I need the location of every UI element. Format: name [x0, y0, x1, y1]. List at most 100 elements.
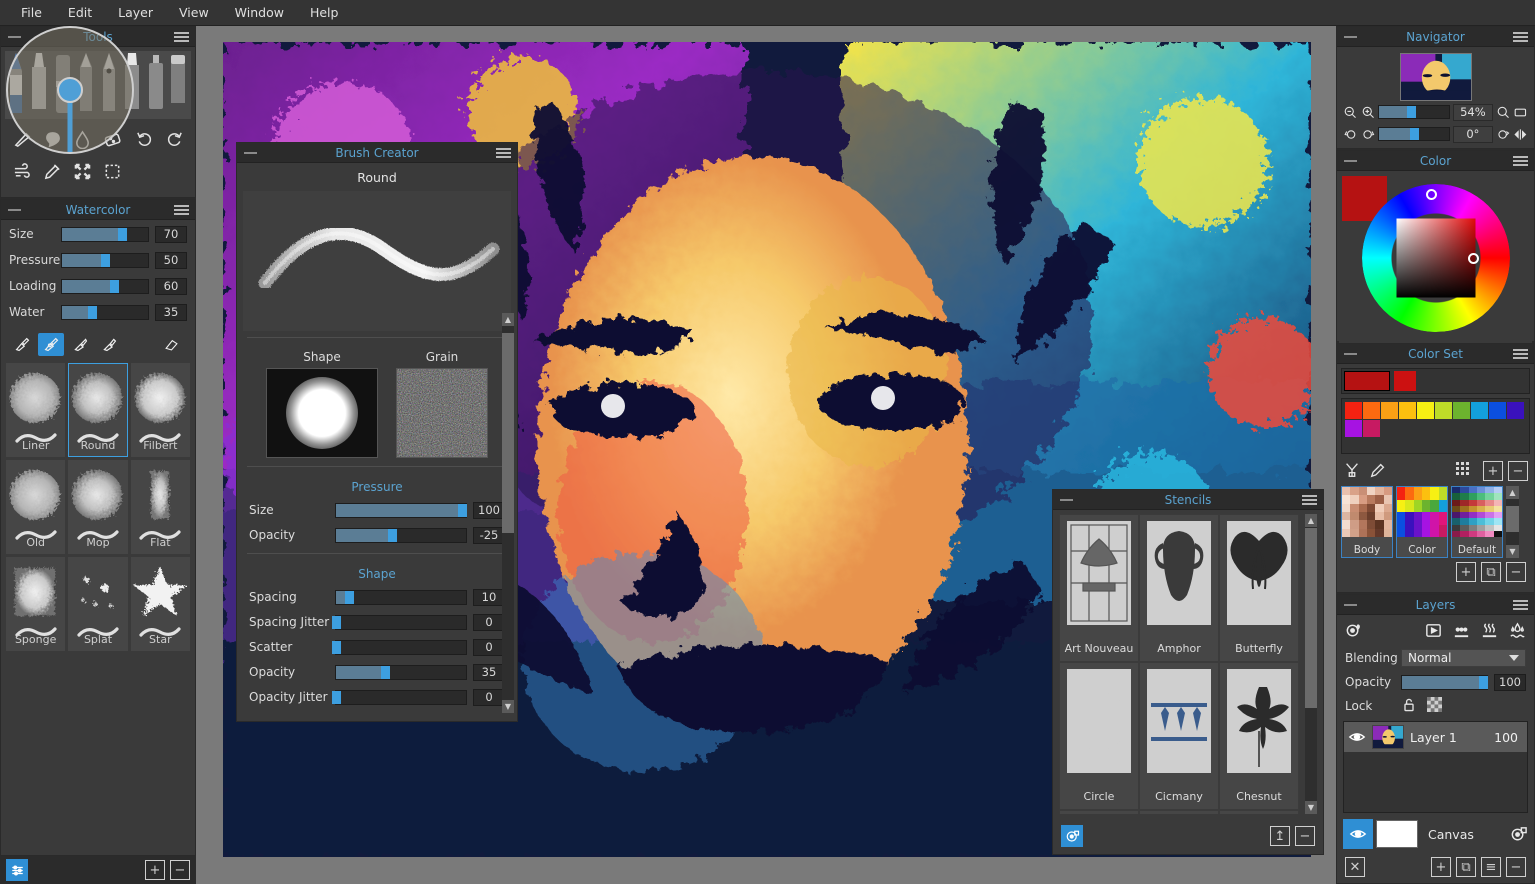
menu-item-help[interactable]: Help [297, 1, 352, 24]
layer-item[interactable]: Layer 1 100 [1344, 722, 1527, 752]
brush-creator-scrollbar[interactable]: ▲ ▼ [502, 313, 514, 713]
slider-knob[interactable] [332, 640, 341, 654]
brush-preset-round[interactable]: Round [68, 363, 128, 457]
navigator-panel-title-bar[interactable]: Navigator [1337, 27, 1534, 47]
canvas-effects-icon[interactable] [1509, 825, 1528, 844]
color-swatch[interactable] [1471, 402, 1488, 419]
grid-icon[interactable] [1456, 462, 1478, 480]
eyedropper-icon[interactable] [37, 156, 67, 186]
transform-icon[interactable] [67, 156, 97, 186]
menu-item-edit[interactable]: Edit [55, 1, 105, 24]
brush-dry-icon[interactable] [67, 333, 93, 356]
slider-track[interactable] [335, 502, 468, 518]
plus-icon[interactable]: + [1483, 461, 1503, 481]
select-icon[interactable] [97, 156, 127, 186]
zoom-value[interactable]: 54% [1453, 103, 1493, 121]
stencil-item-butterfly[interactable]: Butterfly [1219, 514, 1299, 662]
slider-knob[interactable] [109, 279, 119, 293]
color-picker[interactable] [1339, 173, 1532, 343]
shape-thumbnail[interactable] [266, 368, 378, 458]
slider-knob[interactable] [101, 253, 110, 267]
saturation-value-square[interactable] [1396, 218, 1475, 298]
slider-value[interactable]: 0 [473, 613, 505, 631]
scroll-thumb[interactable] [1506, 506, 1519, 532]
slider-knob[interactable] [458, 503, 468, 517]
plus-icon[interactable]: + [1431, 857, 1451, 877]
hamburger-icon[interactable] [1513, 600, 1528, 611]
eraser-icon[interactable] [158, 333, 184, 356]
color-swatch[interactable] [1489, 402, 1506, 419]
rotate-right-icon[interactable] [1361, 127, 1376, 142]
scroll-down-arrow[interactable]: ▼ [502, 700, 514, 713]
color-set-panel-title-bar[interactable]: Color Set [1337, 344, 1534, 364]
scroll-down-arrow[interactable]: ▼ [1305, 801, 1317, 814]
flip-icon[interactable] [1513, 127, 1528, 142]
layers-panel-title-bar[interactable]: Layers [1337, 595, 1534, 615]
color-swatch[interactable] [1345, 402, 1362, 419]
blending-select[interactable]: Normal [1401, 649, 1526, 667]
brush-preset-filbert[interactable]: Filbert [130, 363, 190, 457]
eye-icon[interactable] [1343, 819, 1373, 849]
play-icon[interactable] [1424, 621, 1443, 640]
slider-value[interactable]: 0 [473, 638, 505, 656]
slider-track[interactable] [61, 252, 149, 268]
hamburger-icon[interactable] [1513, 349, 1528, 360]
minimize-icon[interactable] [8, 209, 21, 211]
slider-knob[interactable] [381, 665, 391, 679]
color-swatch[interactable] [1363, 420, 1380, 437]
slider-track[interactable] [335, 589, 467, 605]
brush-watercolor-icon[interactable] [38, 332, 64, 356]
color-swatch[interactable] [1453, 402, 1470, 419]
sliders-icon[interactable] [6, 859, 28, 881]
zoom-slider-knob[interactable] [1406, 106, 1416, 118]
slider-value[interactable]: 70 [155, 225, 187, 243]
minimize-icon[interactable] [1060, 499, 1073, 501]
slider-track[interactable] [335, 527, 467, 543]
layer-list[interactable]: Layer 1 100 [1343, 721, 1528, 813]
menu-item-file[interactable]: File [8, 1, 55, 24]
merge-icon[interactable]: ≡ [1481, 857, 1501, 877]
menu-item-window[interactable]: Window [222, 1, 297, 24]
scroll-thumb[interactable] [1305, 528, 1317, 708]
brush-preset-mop[interactable]: Mop [68, 460, 128, 554]
brush-preset-sponge[interactable]: Sponge [6, 557, 66, 651]
canvas-row[interactable]: Canvas [1343, 817, 1528, 851]
color-set-item-body[interactable]: Body [1341, 486, 1393, 558]
edit-color-icon[interactable] [1369, 461, 1395, 482]
opacity-slider[interactable] [1401, 674, 1489, 690]
unlock-icon[interactable] [1401, 697, 1427, 716]
slider-knob[interactable] [332, 615, 341, 629]
minus-icon[interactable]: − [1295, 826, 1315, 846]
stencil-item-slovak[interactable]: Slovak [1219, 810, 1299, 814]
stencil-item-circle[interactable]: Circle [1059, 662, 1139, 810]
grain-thumbnail[interactable] [396, 368, 488, 458]
slider-knob[interactable] [345, 590, 354, 604]
menu-item-view[interactable]: View [166, 1, 222, 24]
duplicate-icon[interactable]: + [145, 860, 165, 880]
color-set-item-default[interactable]: Default [1451, 486, 1503, 558]
brush-preset-flat[interactable]: Flat [130, 460, 190, 554]
brush-preset-splat[interactable]: Splat [68, 557, 128, 651]
slider-knob[interactable] [332, 690, 341, 704]
eye-icon[interactable] [1348, 728, 1366, 746]
slider-value[interactable]: 50 [155, 251, 187, 269]
plus-icon[interactable]: + [1456, 562, 1476, 582]
dry-icon[interactable] [1452, 621, 1471, 640]
stencil-item[interactable] [1059, 810, 1139, 814]
brush-creator-title-bar[interactable]: Brush Creator [237, 143, 517, 163]
tool-spray-can[interactable] [145, 51, 168, 119]
hamburger-icon[interactable] [1513, 156, 1528, 167]
layer-effects-icon[interactable] [1344, 621, 1363, 640]
opacity-value[interactable]: 100 [1494, 673, 1526, 691]
slider-value[interactable]: 0 [473, 688, 505, 706]
navigator-thumbnail[interactable] [1399, 53, 1472, 101]
stencil-item-amphor[interactable]: Amphor [1139, 514, 1219, 662]
scroll-thumb[interactable] [502, 333, 514, 533]
rectangle-icon[interactable] [1513, 105, 1528, 120]
rotate-slider[interactable] [1378, 127, 1451, 141]
current-color-swatch[interactable] [1344, 371, 1390, 391]
stencil-item[interactable] [1139, 810, 1219, 814]
slider-track[interactable] [61, 278, 149, 294]
scroll-up-arrow[interactable]: ▲ [502, 313, 514, 326]
scroll-down-arrow[interactable]: ▼ [1506, 545, 1519, 558]
